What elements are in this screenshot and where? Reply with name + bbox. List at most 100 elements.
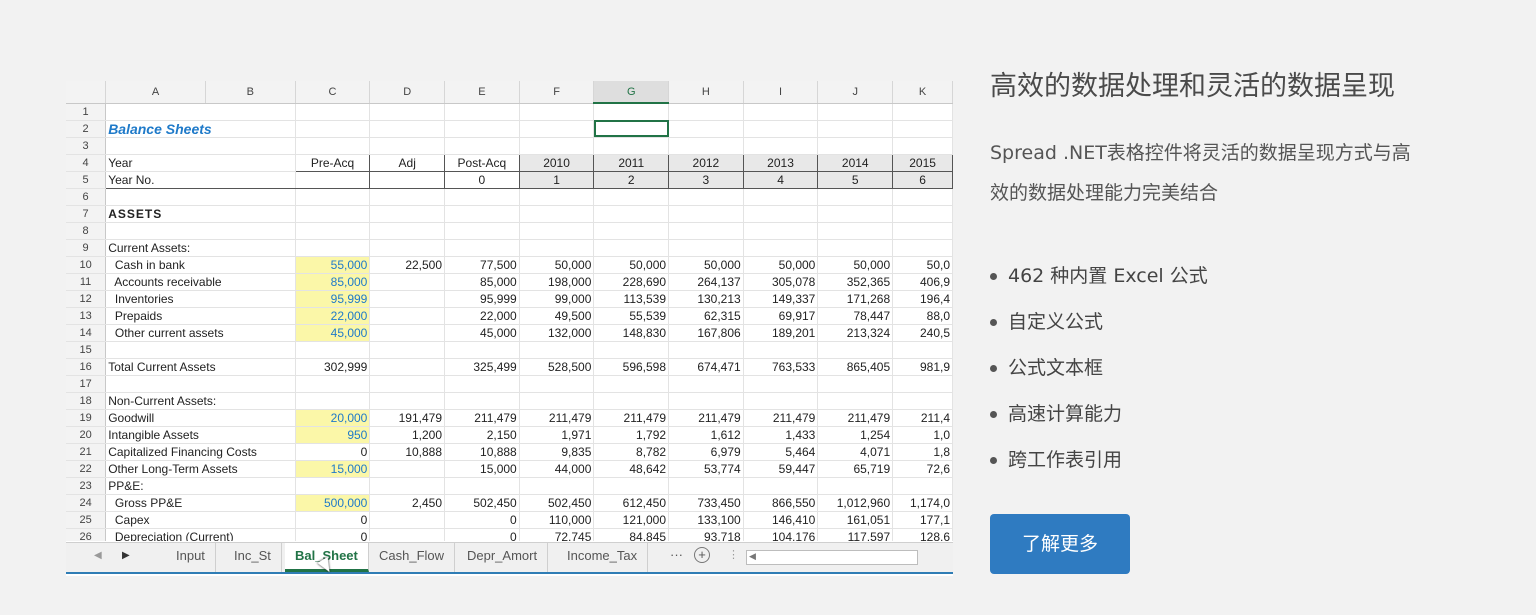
data-cell[interactable]: 121,000 — [593, 511, 670, 529]
data-cell[interactable] — [668, 375, 744, 393]
data-cell[interactable]: 171,268 — [817, 290, 894, 308]
data-cell[interactable]: 325,499 — [444, 358, 520, 376]
data-cell[interactable] — [519, 137, 595, 155]
data-cell[interactable]: 132,000 — [519, 324, 595, 342]
row-label-cell[interactable]: Intangible Assets — [105, 426, 296, 444]
data-cell[interactable]: 2015 — [892, 153, 953, 172]
data-cell[interactable]: 211,479 — [519, 409, 595, 427]
data-cell[interactable]: 406,9 — [892, 273, 953, 291]
data-cell[interactable]: 15,000 — [444, 460, 520, 478]
data-cell[interactable]: 950 — [294, 426, 371, 444]
data-cell[interactable] — [369, 392, 446, 410]
sheet-tab[interactable]: Cash_Flow — [369, 543, 456, 572]
column-header[interactable]: C — [295, 81, 371, 104]
data-cell[interactable]: 55,000 — [294, 256, 371, 274]
data-cell[interactable]: 72,745 — [519, 528, 595, 541]
data-cell[interactable] — [593, 205, 670, 223]
horizontal-scrollbar[interactable]: ◀ — [746, 550, 918, 565]
data-cell[interactable]: 1,174,0 — [892, 494, 953, 512]
data-cell[interactable] — [369, 477, 446, 495]
row-label-cell[interactable] — [105, 188, 296, 206]
data-cell[interactable] — [519, 188, 595, 206]
data-cell[interactable]: 211,479 — [743, 409, 819, 427]
data-cell[interactable] — [743, 239, 819, 257]
data-cell[interactable] — [369, 460, 446, 478]
data-cell[interactable] — [519, 392, 595, 410]
data-cell[interactable] — [668, 341, 744, 359]
data-cell[interactable] — [743, 222, 819, 240]
data-cell[interactable] — [519, 341, 595, 359]
row-number[interactable]: 7 — [66, 205, 107, 223]
data-cell[interactable]: 88,0 — [892, 307, 953, 325]
row-number[interactable]: 3 — [66, 137, 107, 155]
data-cell[interactable] — [369, 103, 446, 121]
data-cell[interactable]: 211,479 — [668, 409, 744, 427]
data-cell[interactable]: 49,500 — [519, 307, 595, 325]
column-header[interactable]: I — [743, 81, 819, 104]
row-label-cell[interactable]: Year No. — [105, 171, 296, 189]
row-number[interactable]: 11 — [66, 273, 107, 291]
sheet-tab[interactable]: Income_Tax — [557, 543, 649, 572]
data-cell[interactable]: 211,479 — [444, 409, 520, 427]
data-cell[interactable] — [593, 341, 670, 359]
data-cell[interactable]: 0 — [294, 528, 371, 541]
data-cell[interactable]: 2011 — [593, 153, 670, 172]
data-cell[interactable]: 196,4 — [892, 290, 953, 308]
data-cell[interactable] — [743, 188, 819, 206]
data-cell[interactable]: 78,447 — [817, 307, 894, 325]
row-label-cell[interactable]: Capitalized Financing Costs — [105, 443, 296, 461]
data-cell[interactable] — [294, 239, 371, 257]
data-cell[interactable] — [294, 103, 371, 121]
row-label-cell[interactable]: Accounts receivable — [105, 273, 296, 291]
scroll-left-arrow-icon[interactable]: ◀ — [749, 551, 756, 562]
data-cell[interactable] — [593, 222, 670, 240]
data-cell[interactable] — [444, 222, 520, 240]
data-cell[interactable]: 1,0 — [892, 426, 953, 444]
data-cell[interactable]: 50,000 — [519, 256, 595, 274]
data-cell[interactable] — [444, 137, 520, 155]
data-cell[interactable]: 2 — [593, 171, 670, 189]
data-cell[interactable]: Adj — [369, 153, 446, 172]
data-cell[interactable] — [743, 341, 819, 359]
sheet-tab[interactable]: Depr_Amort — [457, 543, 549, 572]
data-cell[interactable] — [369, 511, 446, 529]
data-cell[interactable] — [519, 222, 595, 240]
data-cell[interactable] — [369, 375, 446, 393]
data-cell[interactable]: 10,888 — [444, 443, 520, 461]
row-label-cell[interactable]: ASSETS — [105, 205, 296, 223]
data-cell[interactable] — [817, 477, 894, 495]
data-cell[interactable]: 133,100 — [668, 511, 744, 529]
data-cell[interactable]: 1,612 — [668, 426, 744, 444]
data-cell[interactable]: 50,000 — [817, 256, 894, 274]
data-cell[interactable]: 2010 — [519, 153, 595, 172]
data-cell[interactable]: 866,550 — [743, 494, 819, 512]
row-number[interactable]: 14 — [66, 324, 107, 342]
data-cell[interactable] — [444, 392, 520, 410]
data-cell[interactable]: 528,500 — [519, 358, 595, 376]
data-cell[interactable] — [369, 171, 446, 189]
data-cell[interactable] — [892, 137, 953, 155]
data-cell[interactable]: 113,539 — [593, 290, 670, 308]
data-cell[interactable]: 264,137 — [668, 273, 744, 291]
data-cell[interactable] — [369, 120, 446, 138]
data-cell[interactable]: 211,479 — [593, 409, 670, 427]
data-cell[interactable]: 95,999 — [294, 290, 371, 308]
data-cell[interactable] — [817, 239, 894, 257]
data-cell[interactable] — [817, 392, 894, 410]
data-cell[interactable]: 85,000 — [294, 273, 371, 291]
row-number[interactable]: 18 — [66, 392, 107, 410]
data-cell[interactable]: 4 — [743, 171, 819, 189]
data-cell[interactable] — [444, 375, 520, 393]
data-cell[interactable]: 146,410 — [743, 511, 819, 529]
row-label-cell[interactable]: Cash in bank — [105, 256, 296, 274]
more-sheets-button[interactable]: ··· — [670, 547, 683, 562]
data-cell[interactable]: 65,719 — [817, 460, 894, 478]
row-number[interactable]: 26 — [66, 528, 107, 541]
data-cell[interactable] — [817, 341, 894, 359]
data-cell[interactable] — [668, 392, 744, 410]
data-cell[interactable] — [668, 103, 744, 121]
data-cell[interactable]: 763,533 — [743, 358, 819, 376]
data-cell[interactable] — [444, 188, 520, 206]
data-cell[interactable] — [294, 477, 371, 495]
data-cell[interactable] — [519, 477, 595, 495]
